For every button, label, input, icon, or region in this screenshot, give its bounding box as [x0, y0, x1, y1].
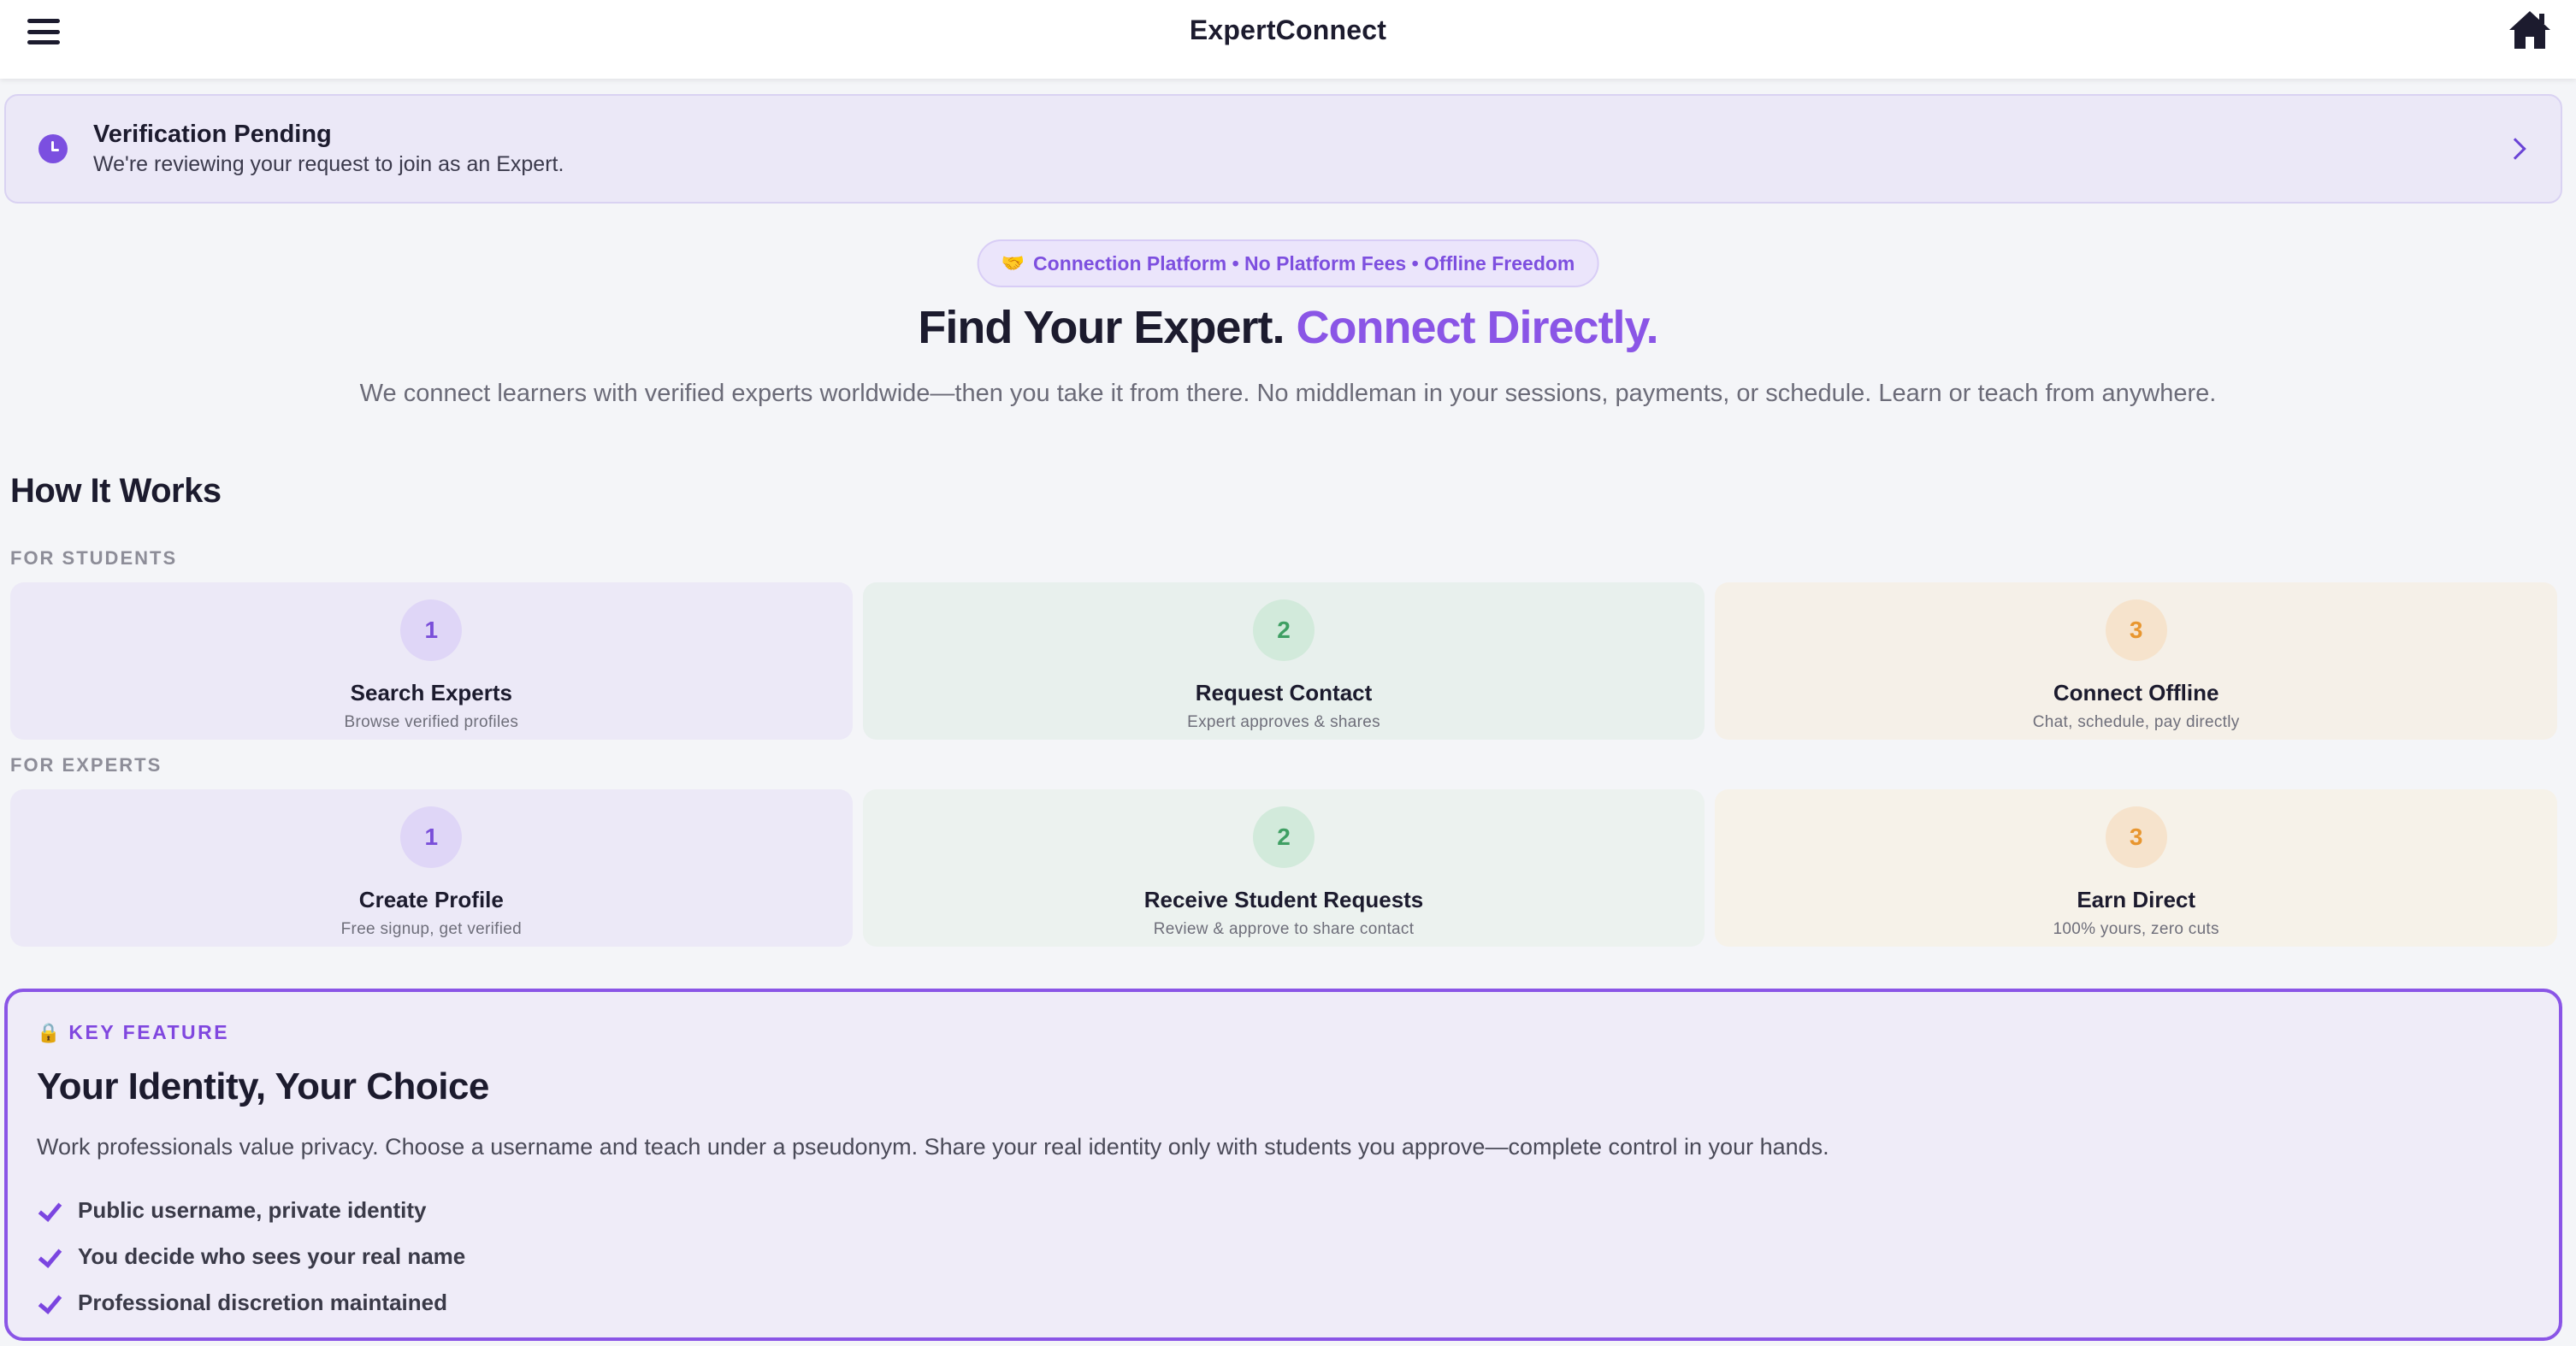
- check-icon: [37, 1199, 59, 1221]
- lock-icon: 🔒: [37, 1021, 61, 1043]
- step-card-search-experts[interactable]: 1 Search Experts Browse verified profile…: [10, 582, 853, 740]
- check-icon: [37, 1291, 59, 1314]
- step-number: 2: [1253, 806, 1315, 868]
- list-item: Professional discretion maintained: [37, 1279, 465, 1325]
- feature-title: Your Identity, Your Choice: [37, 1066, 489, 1107]
- step-number: 3: [2105, 599, 2167, 661]
- platform-tagline-pill: 🤝 Connection Platform • No Platform Fees…: [977, 239, 1599, 287]
- step-card-create-profile[interactable]: 1 Create Profile Free signup, get verifi…: [10, 789, 853, 947]
- clock-icon: [38, 134, 68, 163]
- feature-list: Public username, private identity You de…: [37, 1187, 465, 1325]
- top-app-bar: ExpertConnect: [0, 0, 2576, 79]
- hero-title: Find Your Expert. Connect Directly.: [0, 301, 2576, 354]
- step-title: Create Profile: [358, 887, 504, 912]
- step-subtitle: Free signup, get verified: [340, 920, 522, 938]
- key-feature-label: KEY FEATURE: [68, 1021, 230, 1043]
- step-card-earn-direct[interactable]: 3 Earn Direct 100% yours, zero cuts: [1715, 789, 2558, 947]
- feature-description: Work professionals value privacy. Choose…: [37, 1134, 1829, 1160]
- key-feature-badge: 🔒 KEY FEATURE: [37, 1021, 229, 1044]
- student-steps: 1 Search Experts Browse verified profile…: [10, 582, 2558, 740]
- app-title: ExpertConnect: [1189, 14, 1387, 45]
- key-feature-card: 🔒 KEY FEATURE Your Identity, Your Choice…: [4, 989, 2562, 1341]
- list-item: Public username, private identity: [37, 1187, 465, 1233]
- expert-steps: 1 Create Profile Free signup, get verifi…: [10, 789, 2558, 947]
- step-subtitle: Expert approves & shares: [1187, 713, 1380, 731]
- home-icon[interactable]: [2508, 9, 2552, 51]
- for-students-label: FOR STUDENTS: [10, 547, 178, 569]
- step-card-receive-requests[interactable]: 2 Receive Student Requests Review & appr…: [862, 789, 1705, 947]
- step-number: 3: [2105, 806, 2167, 868]
- feature-item-text: You decide who sees your real name: [78, 1243, 466, 1269]
- step-subtitle: Browse verified profiles: [344, 713, 519, 731]
- verification-subtitle: We're reviewing your request to join as …: [93, 152, 564, 176]
- step-number: 1: [400, 599, 463, 661]
- hero-title-accent: Connect Directly.: [1296, 302, 1658, 353]
- step-number: 1: [400, 806, 463, 868]
- step-number: 2: [1253, 599, 1315, 661]
- step-title: Search Experts: [350, 680, 512, 705]
- list-item: You decide who sees your real name: [37, 1233, 465, 1279]
- step-title: Request Contact: [1195, 680, 1373, 705]
- verification-title: Verification Pending: [93, 121, 332, 148]
- hero-subtitle: We connect learners with verified expert…: [359, 380, 2217, 407]
- step-subtitle: 100% yours, zero cuts: [2053, 920, 2219, 938]
- pill-text: Connection Platform • No Platform Fees •…: [1033, 251, 1575, 275]
- check-icon: [37, 1245, 59, 1267]
- step-subtitle: Chat, schedule, pay directly: [2032, 713, 2240, 731]
- step-card-connect-offline[interactable]: 3 Connect Offline Chat, schedule, pay di…: [1715, 582, 2558, 740]
- verification-text: Verification Pending We're reviewing you…: [93, 121, 564, 177]
- step-card-request-contact[interactable]: 2 Request Contact Expert approves & shar…: [862, 582, 1705, 740]
- hero-title-main: Find Your Expert.: [918, 302, 1285, 353]
- feature-item-text: Professional discretion maintained: [78, 1289, 447, 1315]
- handshake-icon: 🤝: [1001, 252, 1025, 274]
- chevron-right-icon[interactable]: [2504, 138, 2526, 160]
- verification-pending-banner[interactable]: Verification Pending We're reviewing you…: [4, 94, 2562, 204]
- feature-item-text: Public username, private identity: [78, 1196, 427, 1223]
- menu-icon[interactable]: [27, 19, 60, 44]
- step-title: Connect Offline: [2053, 680, 2219, 705]
- for-experts-label: FOR EXPERTS: [10, 754, 162, 776]
- step-subtitle: Review & approve to share contact: [1153, 920, 1415, 938]
- step-title: Receive Student Requests: [1143, 887, 1424, 912]
- how-it-works-title: How It Works: [10, 472, 222, 510]
- step-title: Earn Direct: [2077, 887, 2196, 912]
